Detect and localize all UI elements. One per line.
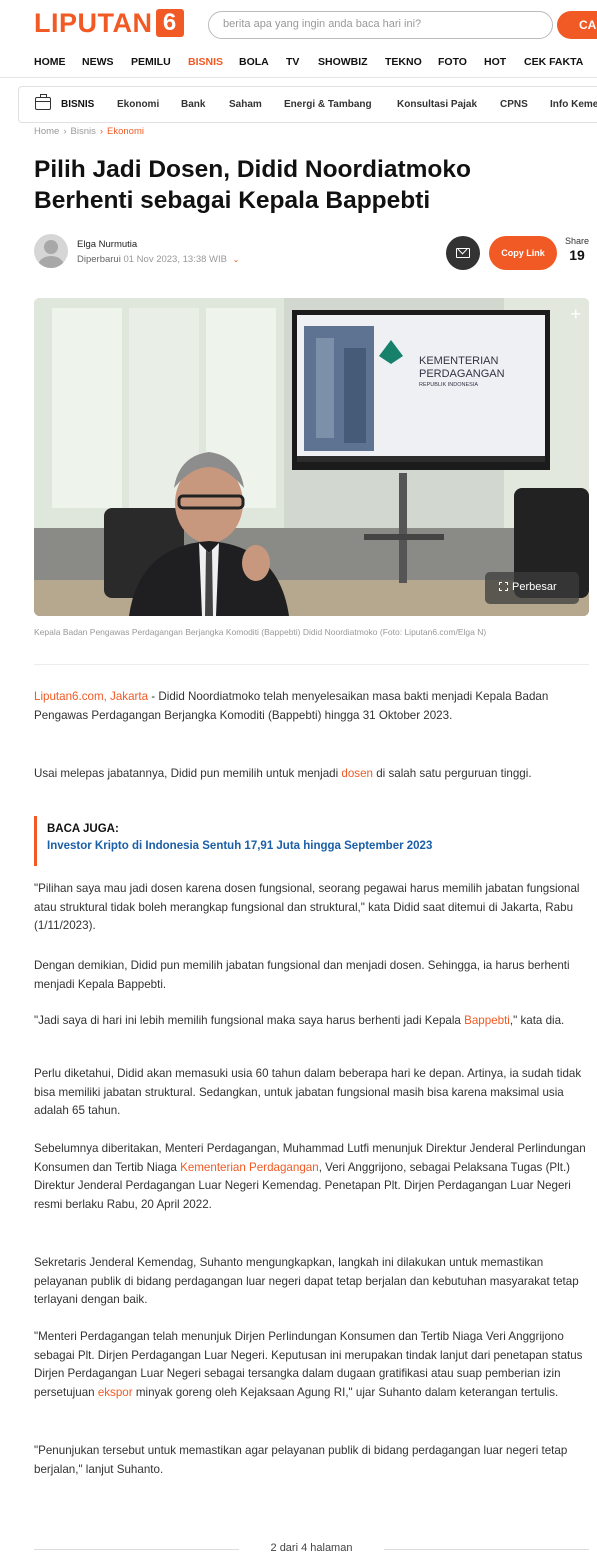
briefcase-icon [35,94,51,110]
paragraph-8: Sekretaris Jenderal Kemendag, Suhanto me… [34,1256,579,1306]
ekspor-link[interactable]: ekspor [98,1386,133,1399]
chevron-right-icon: › [99,126,104,137]
nav-item-foto[interactable]: FOTO [438,56,467,68]
paragraph-9: "Menteri Perdagangan telah menunjuk Dirj… [34,1328,589,1402]
enlarge-button[interactable]: Perbesar [485,572,579,604]
pagination: 2 dari 4 halaman [34,1541,589,1555]
paragraph-2-text-b: di salah satu perguruan tinggi. [373,767,532,780]
pager-line-right [384,1549,589,1550]
baca-juga-label: BACA JUGA: [47,823,119,835]
logo-number: 6 [155,9,184,37]
author-avatar[interactable] [34,234,68,268]
paragraph-5: "Jadi saya di hari ini lebih memilih fun… [34,1012,589,1031]
image-caption: Kepala Badan Pengawas Perdagangan Berjan… [34,627,487,637]
paragraph-2-text-a: Usai melepas jabatannya, Didid pun memil… [34,767,342,780]
updated-label: Diperbarui [77,254,121,265]
author-name[interactable]: Elga Nurmutia [77,239,137,250]
search-button[interactable]: CA [557,11,597,39]
main-nav: HOME NEWS PEMILU BISNIS BOLA TV SHOWBIZ … [0,48,597,78]
nav-item-news[interactable]: NEWS [82,56,114,68]
breadcrumb-home[interactable]: Home [34,126,59,137]
category-subnav: BISNIS Ekonomi Bank Saham Energi & Tamba… [18,86,597,123]
subnav-item-saham[interactable]: Saham [229,99,262,110]
dosen-link[interactable]: dosen [341,767,373,780]
nav-item-bisnis[interactable]: BISNIS [188,56,223,68]
baca-juga-box: BACA JUGA: Investor Kripto di Indonesia … [34,816,589,866]
screen-text-2: PERDAGANGAN [419,368,505,380]
nav-item-hot[interactable]: HOT [484,56,506,68]
updated-date: 01 Nov 2023, 13:38 WIB [123,254,227,265]
paragraph-1: Liputan6.com, Jakarta - Didid Noordiatmo… [34,688,589,725]
subnav-item-bank[interactable]: Bank [181,99,205,110]
share-count: 19 [569,247,585,263]
site-header: LIPUTAN 6 berita apa yang ingin anda bac… [0,0,597,46]
paragraph-7: Sebelumnya diberitakan, Menteri Perdagan… [34,1140,589,1214]
paragraph-6: Perlu diketahui, Didid akan memasuki usi… [34,1067,582,1117]
baca-juga-link[interactable]: Investor Kripto di Indonesia Sentuh 17,9… [47,840,589,852]
author-row: Elga Nurmutia Diperbarui 01 Nov 2023, 13… [34,232,594,272]
kemendag-link[interactable]: Kementerian Perdagangan [180,1161,319,1174]
email-share-button[interactable] [446,236,480,270]
article-date: Diperbarui 01 Nov 2023, 13:38 WIB ⌄ [77,254,239,265]
search-input[interactable]: berita apa yang ingin anda baca hari ini… [208,11,553,39]
chevron-down-icon[interactable]: ⌄ [233,255,240,264]
share-label: Share [564,236,590,246]
paragraph-2: Usai melepas jabatannya, Didid pun memil… [34,765,589,784]
logo-text: LIPUTAN [34,7,153,38]
dateline-link[interactable]: Liputan6.com, Jakarta [34,690,148,703]
bappebti-link[interactable]: Bappebti [464,1014,510,1027]
article-photo[interactable]: KEMENTERIAN PERDAGANGAN REPUBLIK INDONES… [34,298,589,616]
site-logo[interactable]: LIPUTAN 6 [34,8,184,38]
nav-item-home[interactable]: HOME [34,56,66,68]
breadcrumb-bisnis[interactable]: Bisnis [71,126,96,137]
pagination-text[interactable]: 2 dari 4 halaman [34,1542,589,1554]
subnav-item-cpns[interactable]: CPNS [500,99,528,110]
breadcrumb: Home › Bisnis › Ekonomi [34,126,144,137]
plus-icon[interactable]: + [570,304,581,325]
paragraph-10: "Penunjukan tersebut untuk memastikan ag… [34,1444,568,1476]
nav-item-tekno[interactable]: TEKNO [385,56,422,68]
article-title: Pilih Jadi Dosen, Didid Noordiatmoko Ber… [34,156,471,214]
photo-illustration: KEMENTERIAN PERDAGANGAN REPUBLIK INDONES… [34,298,589,616]
paragraph-3: "Pilihan saya mau jadi dosen karena dose… [34,882,580,932]
screen-text-1: KEMENTERIAN [419,355,499,367]
paragraph-4: Dengan demikian, Didid pun memilih jabat… [34,959,570,991]
breadcrumb-ekonomi[interactable]: Ekonomi [107,126,144,137]
share-counter[interactable]: Share 19 [561,236,593,263]
copy-link-button[interactable]: Copy Link [489,236,557,270]
subnav-item-info-kemendag[interactable]: Info Keme [550,99,597,110]
nav-item-showbiz[interactable]: SHOWBIZ [318,56,368,68]
paragraph-5-text-a: "Jadi saya di hari ini lebih memilih fun… [34,1014,465,1027]
subnav-item-konsultasi-pajak[interactable]: Konsultasi Pajak [397,99,477,110]
subnav-category[interactable]: BISNIS [61,99,94,110]
paragraph-5-text-b: ," kata dia. [509,1014,565,1027]
mail-icon [456,248,470,258]
paragraph-9-text-b: minyak goreng oleh Kejaksaan Agung RI," … [132,1385,559,1399]
screen-text-3: REPUBLIK INDONESIA [419,382,478,388]
enlarge-label: Perbesar [512,581,557,593]
nav-item-bola[interactable]: BOLA [239,56,269,68]
chevron-right-icon: › [63,126,67,137]
nav-item-tv[interactable]: TV [286,56,299,68]
subnav-item-energi[interactable]: Energi & Tambang [284,99,372,110]
subnav-item-ekonomi[interactable]: Ekonomi [117,99,159,110]
nav-item-cek-fakta[interactable]: CEK FAKTA [524,56,583,68]
divider [34,664,589,665]
expand-icon [499,582,508,591]
nav-item-pemilu[interactable]: PEMILU [131,56,171,68]
